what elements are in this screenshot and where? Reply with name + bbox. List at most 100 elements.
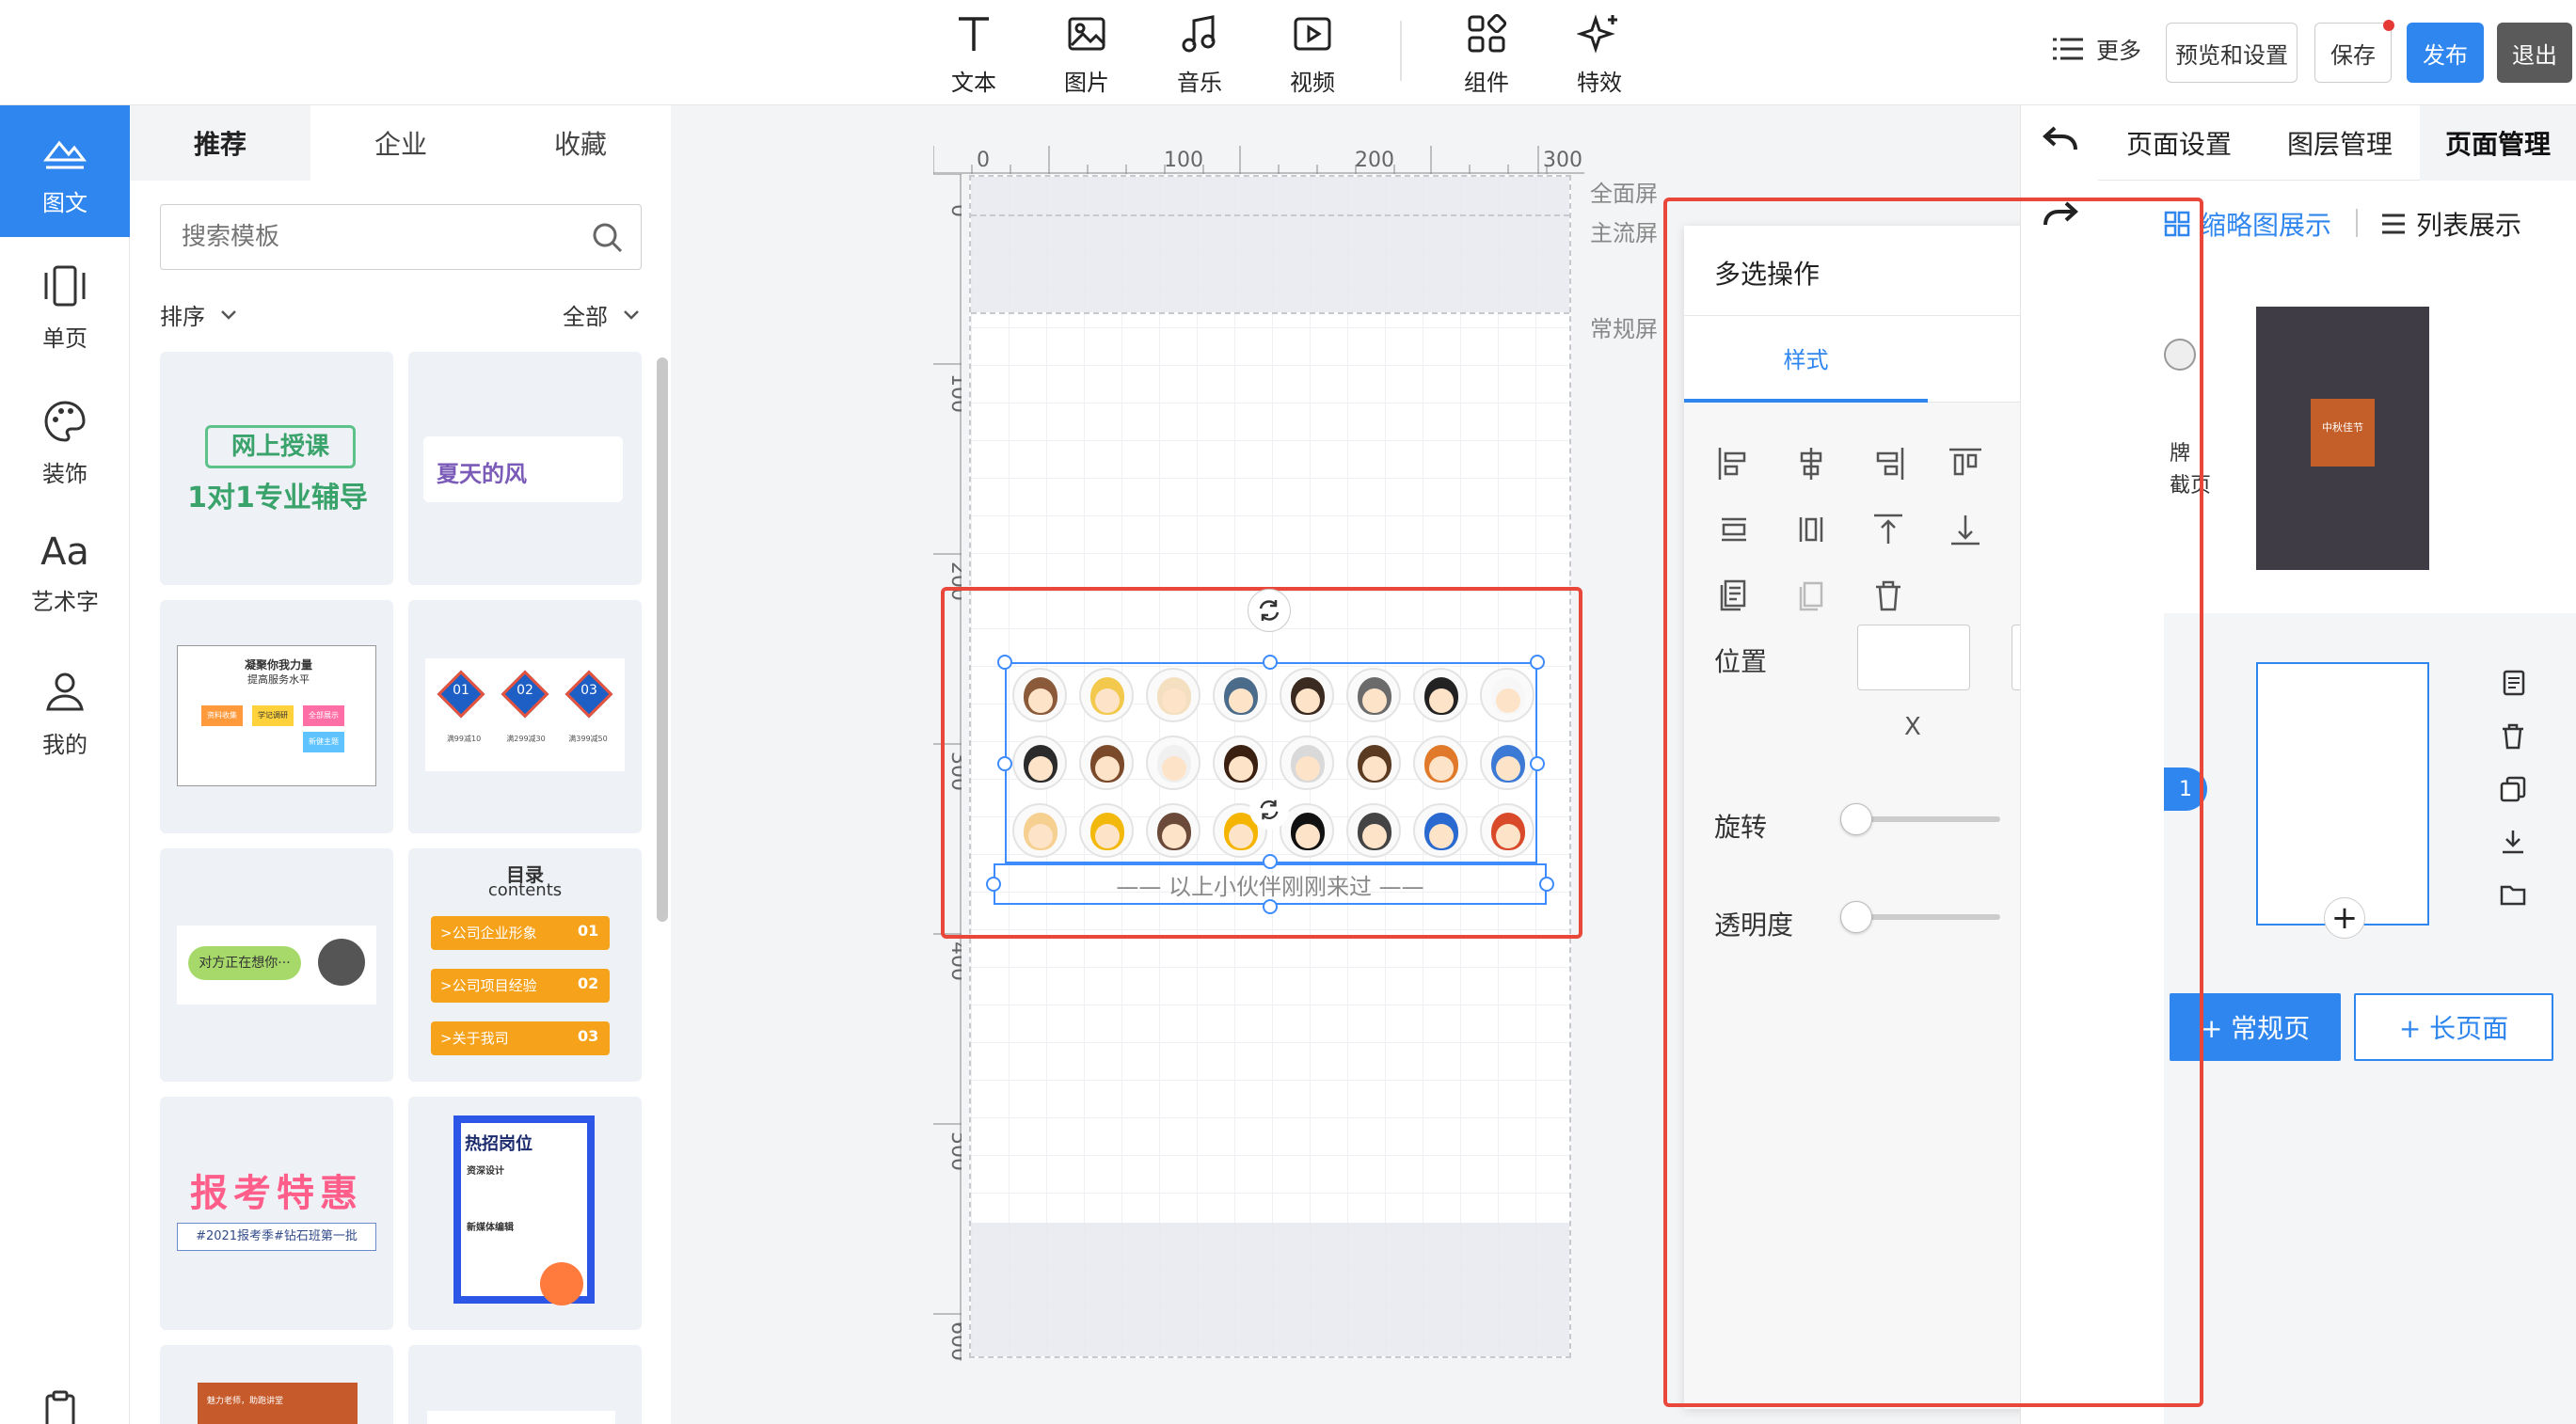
video-tool-label: 视频 xyxy=(1290,70,1335,96)
add-page-plus-icon[interactable]: + xyxy=(2324,897,2365,939)
rotate-handle[interactable] xyxy=(1248,589,1291,632)
avatar-icon xyxy=(1213,736,1267,790)
unsaved-dot xyxy=(2383,20,2394,31)
template-text: 学记调研 xyxy=(252,705,294,726)
tab-layer-manager[interactable]: 图层管理 xyxy=(2260,105,2420,181)
filter-dropdown[interactable]: 全部 xyxy=(563,298,640,331)
tab-favorites[interactable]: 收藏 xyxy=(491,105,670,181)
music-tool[interactable]: 音乐 xyxy=(1148,11,1251,96)
template-card[interactable]: 01 02 03 满99减10 满299减30 满399减50 xyxy=(408,600,642,833)
undo-icon[interactable] xyxy=(2042,124,2079,156)
template-card[interactable]: 夏天的风 xyxy=(408,352,642,585)
resize-handle[interactable] xyxy=(1263,899,1278,914)
ruler-v-label: 500 xyxy=(946,1131,962,1171)
component-tool[interactable]: 组件 xyxy=(1435,11,1538,96)
avatar-icon xyxy=(1413,668,1468,722)
text-tool[interactable]: 文本 xyxy=(922,11,1026,96)
avatar-icon xyxy=(1213,668,1267,722)
resize-handle[interactable] xyxy=(1530,655,1545,670)
avatar-icon xyxy=(1480,736,1534,790)
folder-icon[interactable] xyxy=(2499,880,2527,909)
template-card[interactable]: 目录 contents >公司企业形象 01 >公司项目经验 02 >关于我司 … xyxy=(408,848,642,1082)
template-card[interactable]: 凝聚你我力量 提高服务水平 资料收集 学记调研 全部展示 新健主题 xyxy=(160,600,393,833)
template-search-input[interactable] xyxy=(182,218,577,256)
resize-handle[interactable] xyxy=(997,655,1012,670)
template-scrollbar[interactable] xyxy=(657,357,668,922)
resize-handle[interactable] xyxy=(1263,655,1278,670)
avatar-icon xyxy=(1146,736,1201,790)
template-text: 热招岗位 xyxy=(465,1134,533,1154)
grid-component-icon xyxy=(1468,13,1507,53)
tab-page-manager[interactable]: 页面管理 xyxy=(2420,105,2576,181)
template-search-box[interactable] xyxy=(160,204,642,270)
avatar-icon xyxy=(1079,668,1134,722)
video-tool[interactable]: 视频 xyxy=(1261,11,1364,96)
mountain-text-icon xyxy=(42,140,87,169)
left-rail: 图文 单页 装饰 Aa 艺术字 我的 xyxy=(0,105,130,1424)
template-card[interactable]: 报考特惠 #2021报考季#钻石班第一批 xyxy=(160,1097,393,1330)
search-icon[interactable] xyxy=(592,222,624,254)
ruler-h-label: 300 xyxy=(1543,149,1582,172)
template-card[interactable]: 魅力老师，助跑讲堂 xyxy=(160,1345,393,1424)
view-thumbnail-label: 缩略图展示 xyxy=(2200,210,2332,241)
rotate-icon xyxy=(1259,600,1280,621)
template-text: 提高服务水平 xyxy=(247,673,310,686)
resize-handle[interactable] xyxy=(1539,877,1554,892)
add-long-page-button[interactable]: + 长页面 xyxy=(2354,993,2553,1061)
template-text: 全部展示 xyxy=(303,705,344,726)
save-button[interactable]: 保存 xyxy=(2314,20,2394,83)
rotate-handle[interactable] xyxy=(1249,790,1289,830)
copy-page-icon[interactable] xyxy=(2499,670,2527,698)
sort-label: 排序 xyxy=(160,304,205,330)
list-icon xyxy=(2382,214,2405,234)
template-text: 新媒体编辑 xyxy=(467,1223,514,1233)
thumbnail-text: 中秋佳节 xyxy=(2311,399,2375,467)
tab-enterprise[interactable]: 企业 xyxy=(310,105,491,181)
screen-label-main: 主流屏 xyxy=(1590,220,1658,246)
resize-handle[interactable] xyxy=(997,756,1012,771)
resize-handle[interactable] xyxy=(1263,854,1278,869)
page-thumbnail-1[interactable]: 中秋佳节 xyxy=(2256,307,2429,570)
sort-dropdown[interactable]: 排序 xyxy=(160,298,237,331)
rail-item-mine[interactable]: 我的 xyxy=(0,647,130,779)
template-card[interactable]: 热招岗位 资深设计 新媒体编辑 xyxy=(408,1097,642,1330)
template-text: 对方正在想你··· xyxy=(188,946,301,980)
template-card[interactable]: 对方正在想你··· xyxy=(160,848,393,1082)
resize-handle[interactable] xyxy=(1530,756,1545,771)
avatar-icon xyxy=(1012,668,1067,722)
more-menu[interactable]: 更多 xyxy=(2051,32,2141,65)
rail-label-art-text: 艺术字 xyxy=(31,589,99,615)
effect-tool[interactable]: 特效 xyxy=(1548,11,1651,96)
rail-item-decor[interactable]: 装饰 xyxy=(0,376,130,508)
rail-item-art-text[interactable]: Aa 艺术字 xyxy=(0,512,130,643)
music-tool-label: 音乐 xyxy=(1177,70,1222,96)
publish-button[interactable]: 发布 xyxy=(2407,23,2484,83)
template-text: 满99减10 xyxy=(446,735,482,743)
template-card[interactable] xyxy=(408,1345,642,1424)
tab-recommend[interactable]: 推荐 xyxy=(130,105,310,181)
rail-label-graphic: 图文 xyxy=(42,190,87,216)
exit-button[interactable]: 退出 xyxy=(2497,23,2572,83)
preview-settings-button[interactable]: 预览和设置 xyxy=(2166,23,2298,83)
download-icon[interactable] xyxy=(2499,828,2527,856)
clipboard-icon[interactable] xyxy=(41,1390,79,1424)
avatar-icon xyxy=(1480,668,1534,722)
image-icon xyxy=(1068,17,1105,51)
avatar-grid-selection[interactable] xyxy=(1005,662,1537,863)
template-card[interactable]: 网上授课 1对1专业辅导 xyxy=(160,352,393,585)
template-text: 03 xyxy=(580,683,597,698)
template-text: 1对1专业辅导 xyxy=(187,482,368,514)
duplicate-page-icon[interactable] xyxy=(2499,775,2527,803)
page-thumbnail-2[interactable] xyxy=(2256,662,2429,926)
view-list-toggle[interactable]: 列表展示 xyxy=(2380,205,2521,243)
image-tool[interactable]: 图片 xyxy=(1035,11,1138,96)
delete-page-icon[interactable] xyxy=(2499,722,2527,751)
font-aa-icon: Aa xyxy=(40,530,89,574)
resize-handle[interactable] xyxy=(986,877,1001,892)
tab-page-settings[interactable]: 页面设置 xyxy=(2098,105,2260,181)
template-text: 满399减50 xyxy=(568,735,608,743)
chevron-down-icon xyxy=(221,309,236,320)
rail-item-single-page[interactable]: 单页 xyxy=(0,241,130,372)
avatar-icon xyxy=(1079,803,1134,858)
rail-item-graphic[interactable]: 图文 xyxy=(0,105,130,237)
